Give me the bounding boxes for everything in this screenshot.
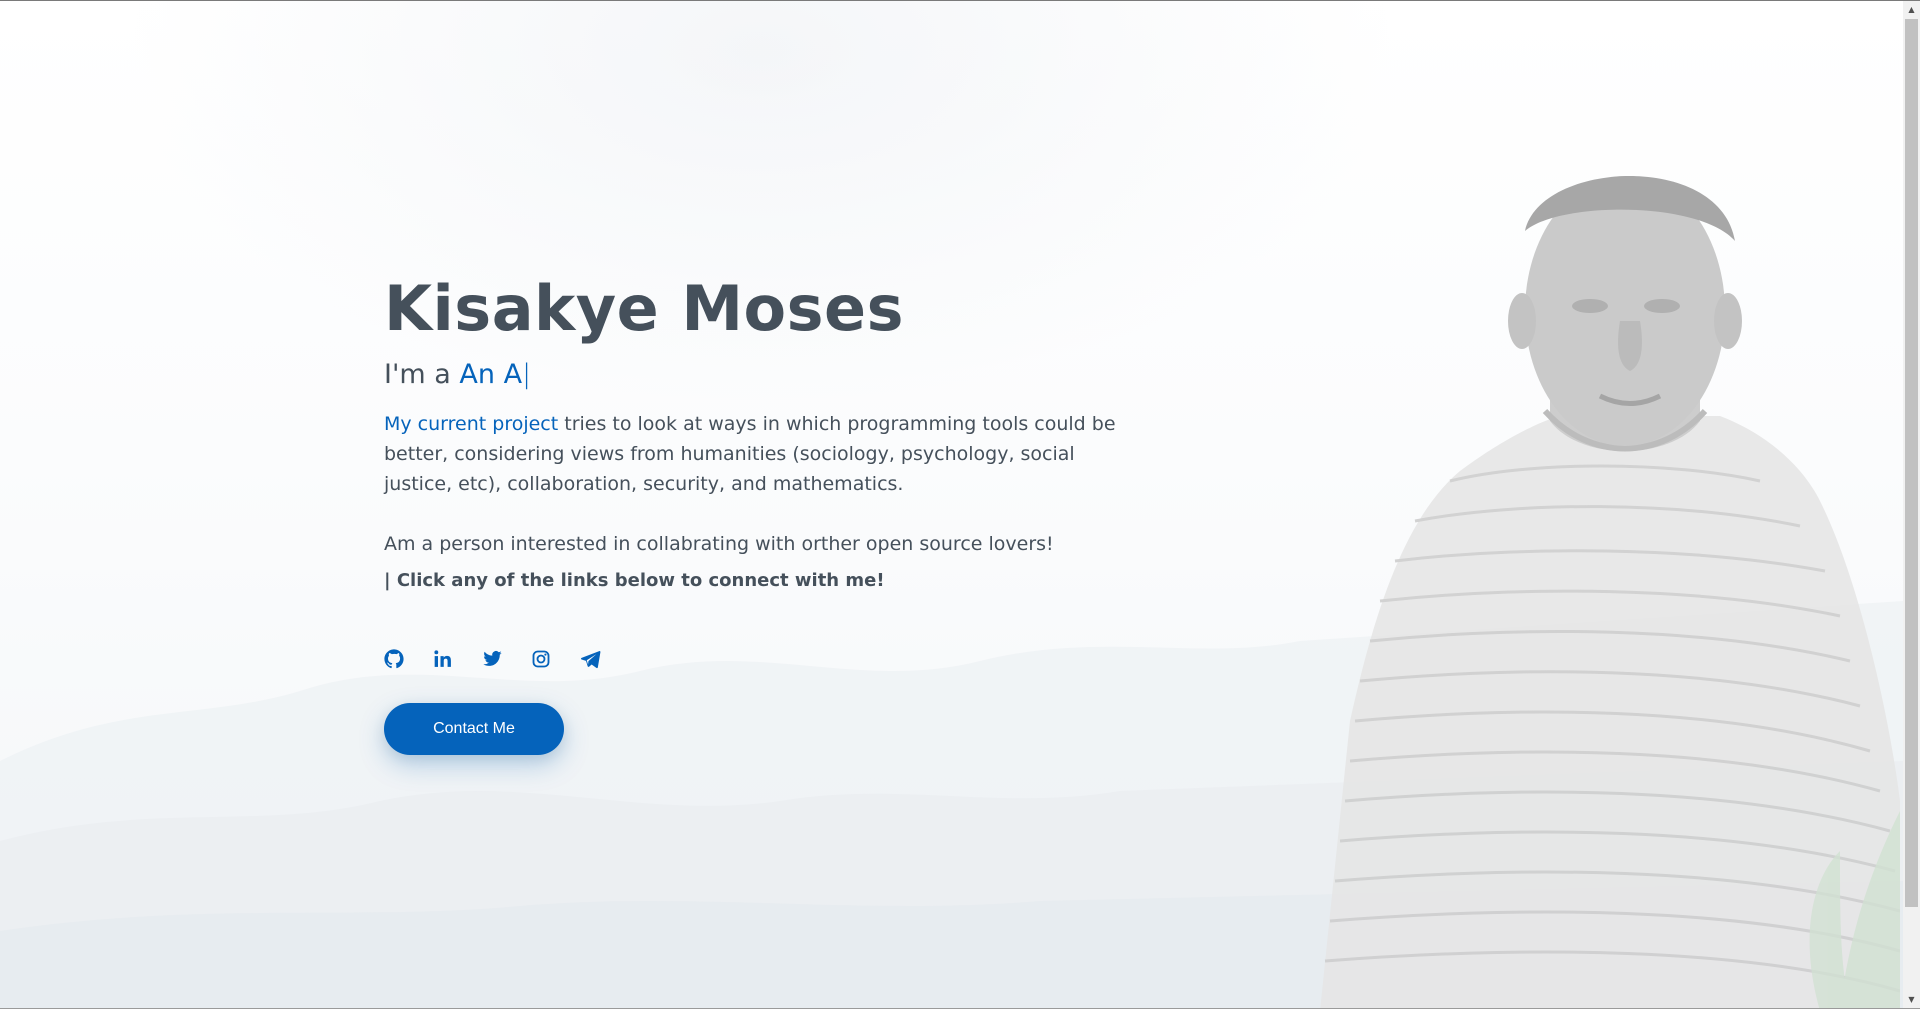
social-links	[384, 647, 629, 671]
linkedin-icon	[433, 649, 453, 669]
typed-cursor: |	[522, 359, 532, 390]
current-project-link[interactable]: My current project	[384, 413, 558, 435]
typed-prefix: I'm a	[384, 359, 460, 390]
typed-text: An A	[459, 359, 523, 390]
hero-content: Kisakye Moses I'm a An A| My current pro…	[384, 269, 1124, 595]
github-link[interactable]	[384, 647, 433, 671]
scroll-up-arrow-icon[interactable]: ▲	[1903, 1, 1920, 18]
hero-name: Kisakye Moses	[384, 272, 904, 345]
hero-section: Kisakye Moses I'm a An A| My current pro…	[0, 1, 1903, 1008]
vertical-scrollbar[interactable]: ▲ ▼	[1903, 1, 1920, 1008]
twitter-icon	[482, 649, 503, 669]
github-icon	[384, 649, 404, 669]
telegram-icon	[580, 649, 601, 669]
scroll-down-arrow-icon[interactable]: ▼	[1903, 991, 1920, 1008]
interest-text: Am a person interested in collabrating w…	[384, 533, 1054, 555]
linkedin-link[interactable]	[433, 647, 482, 671]
connect-cta: | Click any of the links below to connec…	[384, 570, 885, 591]
hero-description: My current project tries to look at ways…	[384, 409, 1124, 499]
instagram-icon	[531, 649, 551, 669]
contact-me-button[interactable]: Contact Me	[384, 703, 564, 755]
twitter-link[interactable]	[482, 647, 531, 671]
scrollbar-thumb[interactable]	[1905, 19, 1918, 907]
profile-photo	[1320, 176, 1900, 1008]
instagram-link[interactable]	[531, 647, 580, 671]
telegram-link[interactable]	[580, 647, 629, 671]
typed-headline: I'm a An A|	[384, 357, 1124, 393]
